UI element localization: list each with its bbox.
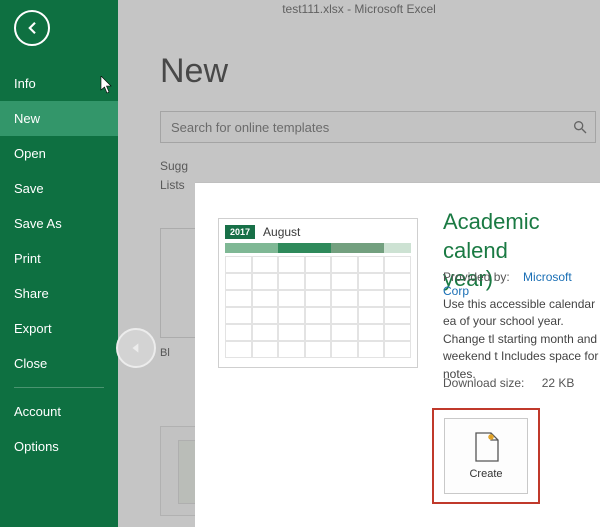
provided-by-label: Provided by: [443,270,510,284]
nav-save[interactable]: Save [0,171,118,206]
download-size-value: 22 KB [542,376,575,390]
preview-month-label: August [263,225,300,239]
nav-new[interactable]: New [0,101,118,136]
nav-export[interactable]: Export [0,311,118,346]
template-description: Use this accessible calendar ea of your … [443,296,600,383]
arrow-left-icon [23,19,41,37]
previous-template-button[interactable] [116,328,156,368]
template-preview-image: 2017 August [218,218,418,368]
nav-save-as[interactable]: Save As [0,206,118,241]
new-document-icon [473,432,499,462]
preview-calendar-grid [225,256,411,358]
nav-close[interactable]: Close [0,346,118,381]
create-highlight: Create [432,408,540,504]
back-button[interactable] [14,10,50,46]
triangle-left-icon [129,341,143,355]
nav-open[interactable]: Open [0,136,118,171]
template-provider: Provided by: Microsoft Corp [443,270,600,298]
nav-account[interactable]: Account [0,394,118,429]
backstage-sidebar: Info New Open Save Save As Print Share E… [0,0,118,527]
nav-print[interactable]: Print [0,241,118,276]
nav-list: Info New Open Save Save As Print Share E… [0,66,118,464]
nav-info[interactable]: Info [0,66,118,101]
nav-options[interactable]: Options [0,429,118,464]
download-size: Download size: 22 KB [443,376,574,390]
create-button-label: Create [469,468,502,480]
preview-year-badge: 2017 [225,225,255,239]
download-size-label: Download size: [443,376,524,390]
create-button[interactable]: Create [444,418,528,494]
nav-share[interactable]: Share [0,276,118,311]
preview-header-bar [225,243,411,253]
nav-separator [14,387,104,388]
